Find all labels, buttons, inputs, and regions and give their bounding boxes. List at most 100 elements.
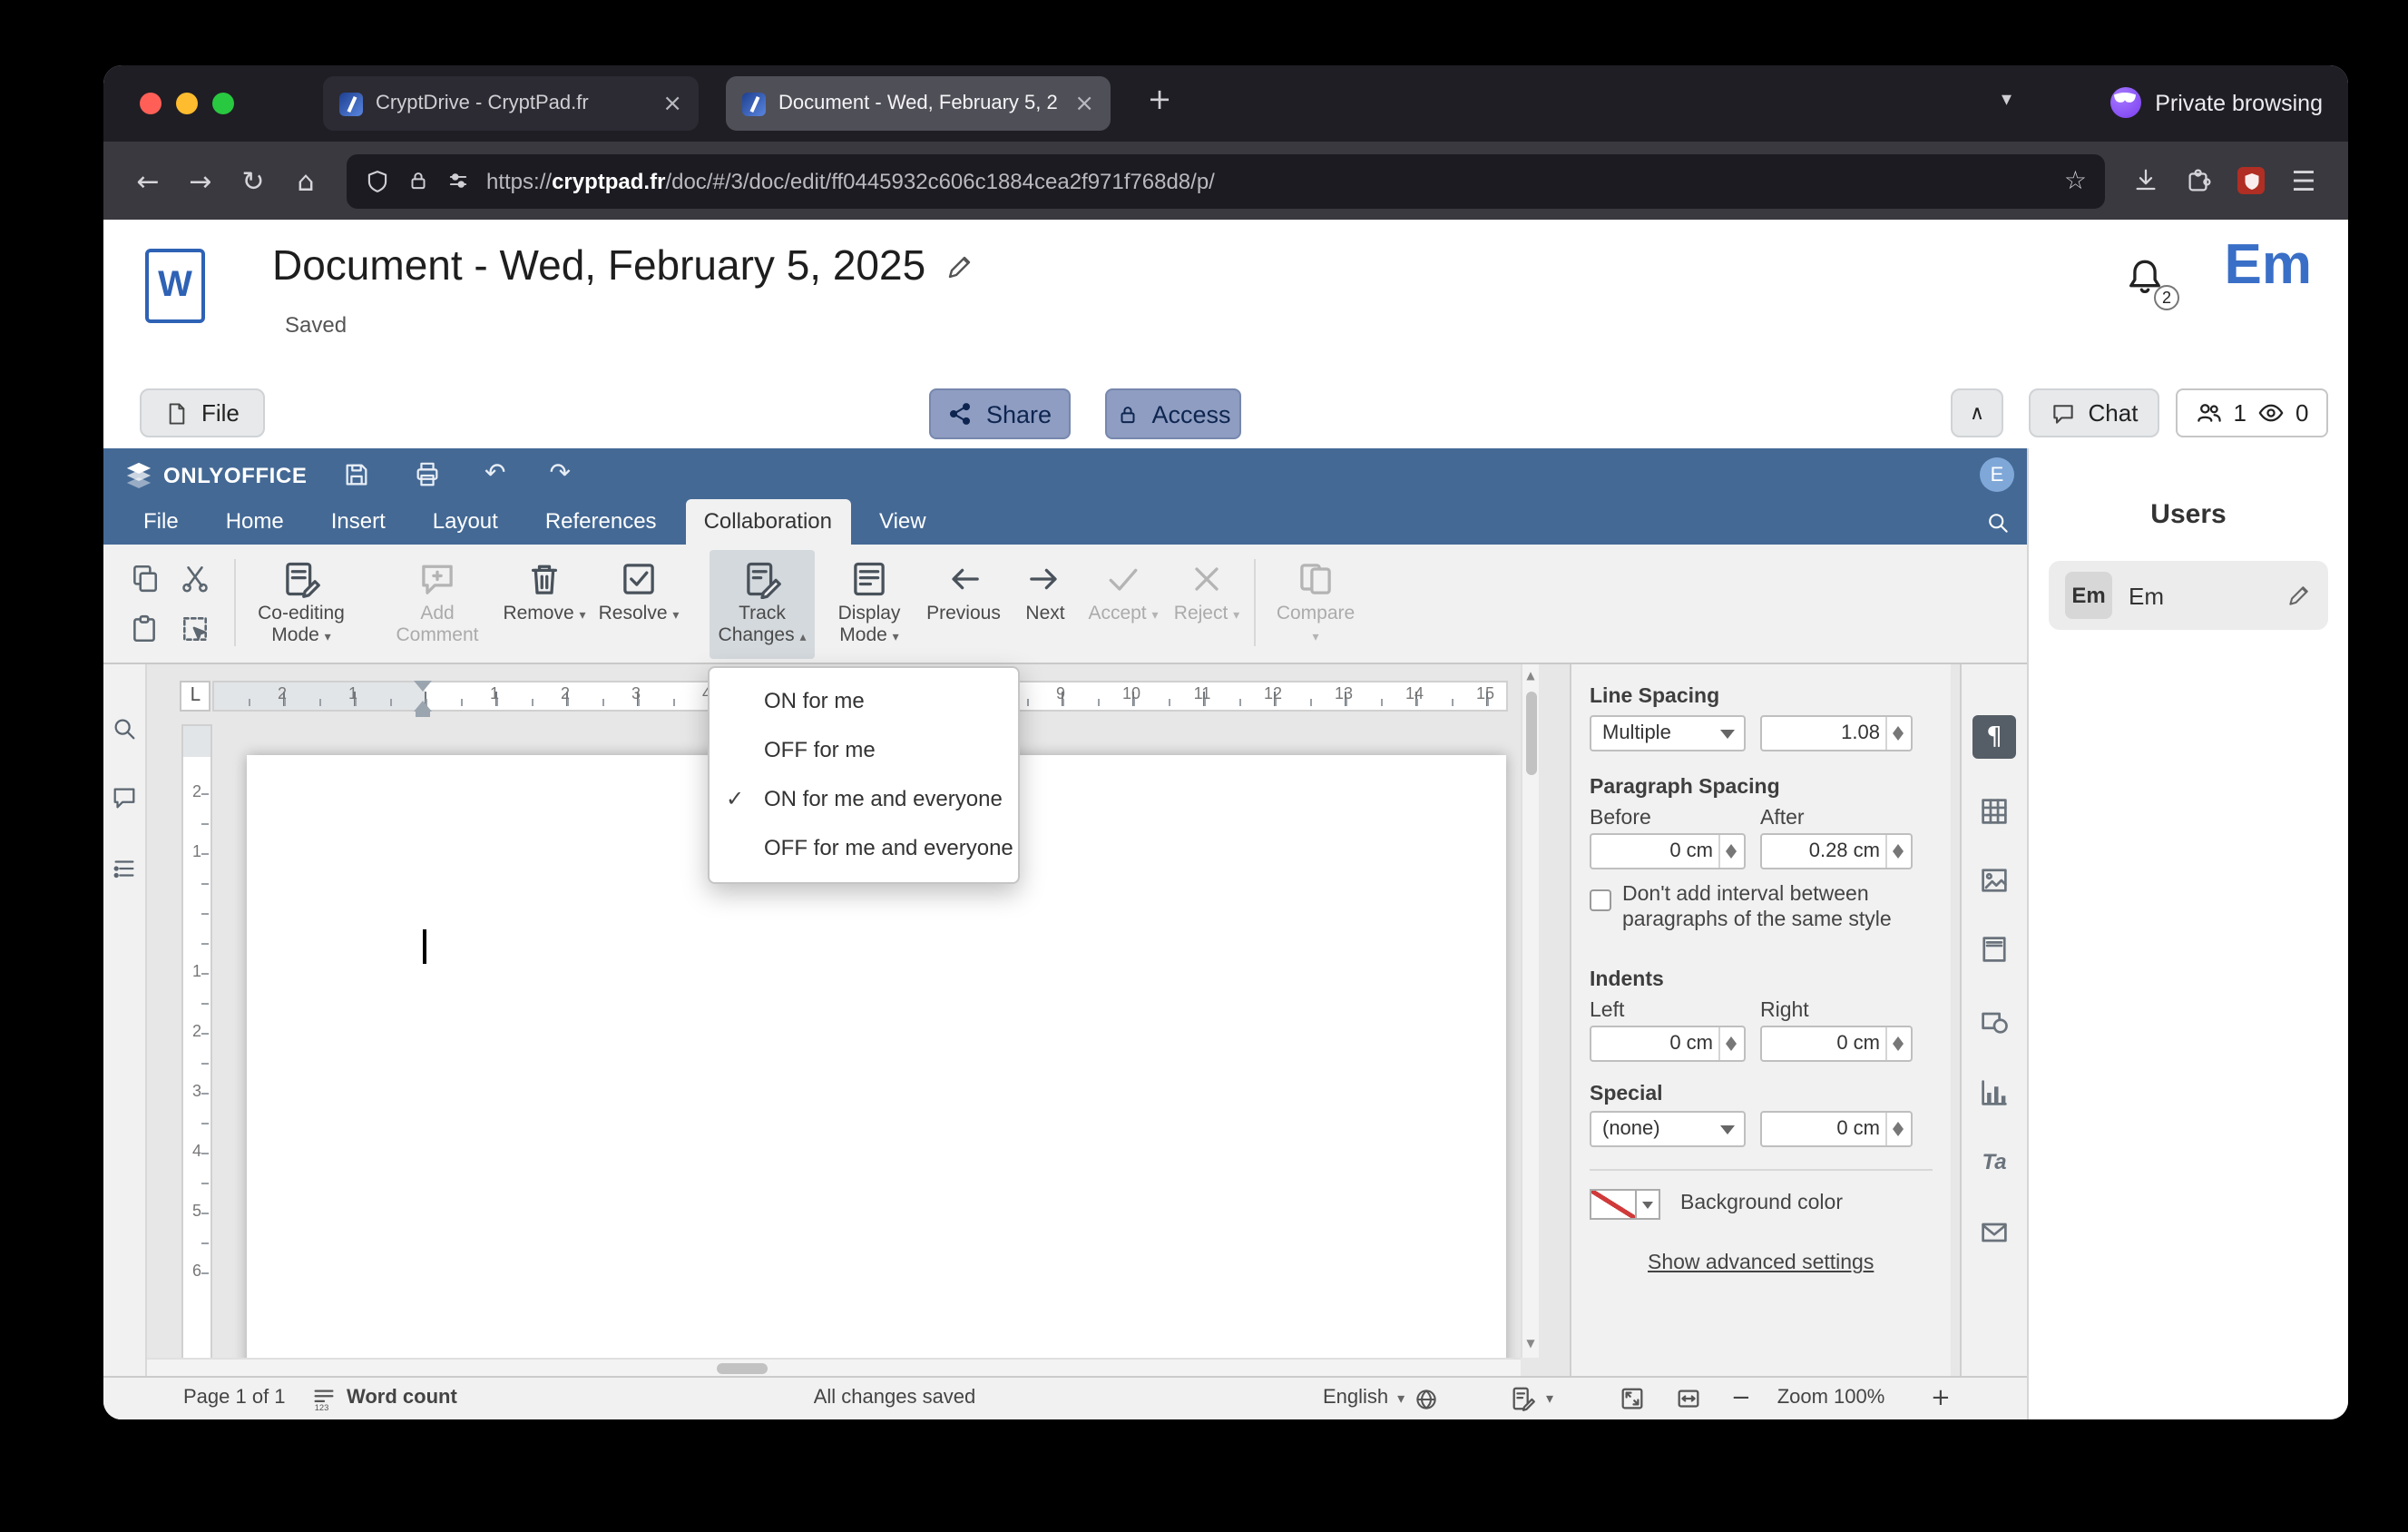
downloads-icon[interactable] [2119, 167, 2172, 194]
collapse-toolbar-button[interactable]: ∧ [1951, 388, 2003, 437]
search-icon[interactable] [1985, 510, 2011, 535]
track-menu-item[interactable]: OFF for me and everyone [710, 824, 1018, 873]
paragraph-settings-icon[interactable]: ¶ [1972, 715, 2016, 759]
scroll-down-icon[interactable]: ▼ [1522, 1334, 1539, 1356]
undo-icon[interactable]: ↶ [485, 459, 505, 488]
back-icon[interactable]: ← [122, 164, 174, 197]
next-change-button[interactable]: Next [1014, 550, 1076, 659]
track-changes-toggle[interactable]: ▾ [1510, 1378, 1553, 1419]
fit-width-icon[interactable] [1675, 1385, 1702, 1412]
scroll-up-icon[interactable]: ▲ [1522, 666, 1539, 688]
url-bar[interactable]: https://cryptpad.fr/doc/#/3/doc/edit/ff0… [347, 153, 2105, 208]
print-icon[interactable] [414, 460, 441, 487]
find-icon[interactable] [111, 715, 140, 744]
special-select[interactable]: (none) [1590, 1111, 1746, 1147]
save-icon[interactable] [343, 460, 370, 487]
extensions-icon[interactable] [2172, 167, 2225, 194]
spinner[interactable] [1885, 1113, 1911, 1145]
share-button[interactable]: Share [929, 388, 1071, 439]
spinner[interactable] [1885, 835, 1911, 868]
redo-icon[interactable]: ↷ [549, 459, 570, 488]
line-spacing-amount-input[interactable]: 1.08 [1760, 715, 1913, 751]
track-changes-button[interactable]: Track Changes ▴ [710, 550, 815, 659]
copy-icon[interactable] [129, 563, 169, 603]
tracking-shield-icon[interactable] [365, 168, 390, 193]
close-window-button[interactable] [140, 93, 162, 114]
tab-stop-selector[interactable]: L [180, 681, 210, 712]
no-interval-checkbox[interactable] [1590, 889, 1611, 911]
track-menu-item-selected[interactable]: ✓ ON for me and everyone [710, 775, 1018, 824]
menu-tab-layout[interactable]: Layout [415, 499, 516, 545]
menu-tab-home[interactable]: Home [208, 499, 302, 545]
https-lock-icon[interactable] [406, 169, 430, 192]
edit-name-pencil-icon[interactable] [2286, 583, 2312, 608]
reload-icon[interactable]: ↻ [227, 164, 279, 197]
language-selector[interactable]: English ▾ [1323, 1378, 1439, 1419]
table-settings-icon[interactable] [1974, 791, 2014, 831]
spinner[interactable] [1718, 835, 1744, 868]
vertical-scroll-thumb[interactable] [1525, 692, 1536, 775]
spinner[interactable] [1718, 1027, 1744, 1060]
spinner[interactable] [1885, 717, 1911, 750]
comments-icon[interactable] [111, 784, 140, 813]
image-settings-icon[interactable] [1974, 860, 2014, 900]
list-all-tabs-icon[interactable]: ▾ [2002, 87, 2012, 111]
close-tab-icon[interactable]: × [662, 90, 682, 117]
adblocker-icon[interactable] [2237, 167, 2265, 194]
word-count-button[interactable]: 123 Word count [310, 1378, 457, 1419]
chat-button[interactable]: Chat [2029, 388, 2159, 437]
tab-document-active[interactable]: Document - Wed, February 5, 2 × [726, 76, 1111, 131]
new-tab-button[interactable]: + [1138, 82, 1181, 116]
menu-tab-file[interactable]: File [125, 499, 197, 545]
notifications-bell[interactable]: 2 [2123, 256, 2179, 310]
access-button[interactable]: Access [1105, 388, 1241, 439]
tab-cryptdrive[interactable]: CryptDrive - CryptPad.fr × [323, 76, 699, 131]
indent-left-input[interactable]: 0 cm [1590, 1026, 1746, 1062]
header-footer-settings-icon[interactable] [1974, 929, 2014, 969]
spacing-after-input[interactable]: 0.28 cm [1760, 833, 1913, 869]
file-button[interactable]: File [140, 388, 265, 437]
paste-icon[interactable] [129, 614, 169, 653]
remove-comments-button[interactable]: Remove ▾ [501, 550, 588, 659]
participants-indicator[interactable]: 1 0 [2176, 388, 2328, 437]
bookmark-star-icon[interactable]: ☆ [2064, 166, 2087, 195]
special-amount-input[interactable]: 0 cm [1760, 1111, 1913, 1147]
zoom-in-button[interactable]: + [1931, 1378, 1951, 1419]
advanced-settings-link[interactable]: Show advanced settings [1648, 1252, 1874, 1274]
mail-merge-icon[interactable] [1974, 1213, 2014, 1252]
fit-page-icon[interactable] [1619, 1385, 1646, 1412]
minimize-window-button[interactable] [176, 93, 198, 114]
menu-tab-references[interactable]: References [527, 499, 675, 545]
track-menu-item[interactable]: ON for me [710, 677, 1018, 726]
zoom-window-button[interactable] [212, 93, 234, 114]
permissions-icon[interactable] [446, 169, 470, 192]
background-color-swatch[interactable] [1590, 1189, 1637, 1220]
horizontal-scrollbar[interactable] [147, 1358, 1521, 1376]
select-all-icon[interactable] [180, 614, 220, 653]
previous-change-button[interactable]: Previous [922, 550, 1005, 659]
background-color-dropdown[interactable] [1637, 1189, 1660, 1220]
account-avatar[interactable]: Em [2225, 232, 2313, 298]
resolve-comments-button[interactable]: Resolve ▾ [597, 550, 680, 659]
shape-settings-icon[interactable] [1974, 1002, 2014, 1042]
hamburger-menu-icon[interactable]: ☰ [2277, 164, 2330, 197]
cut-icon[interactable] [180, 563, 220, 603]
indent-right-input[interactable]: 0 cm [1760, 1026, 1913, 1062]
home-icon[interactable]: ⌂ [279, 164, 332, 197]
menu-tab-collaboration[interactable]: Collaboration [685, 499, 850, 545]
textart-settings-icon[interactable]: Ta [1974, 1142, 2014, 1182]
close-tab-icon[interactable]: × [1074, 90, 1094, 117]
chart-settings-icon[interactable] [1974, 1073, 2014, 1113]
zoom-out-button[interactable]: − [1731, 1378, 1751, 1419]
hanging-indent-marker[interactable] [414, 692, 432, 712]
rename-pencil-icon[interactable] [945, 251, 974, 280]
line-spacing-select[interactable]: Multiple [1590, 715, 1746, 751]
left-indent-marker[interactable] [416, 712, 430, 717]
coediting-mode-button[interactable]: Co-editing Mode ▾ [249, 550, 354, 659]
vertical-scrollbar[interactable]: ▲ ▼ [1521, 664, 1539, 1358]
spinner[interactable] [1885, 1027, 1911, 1060]
display-mode-button[interactable]: Display Mode ▾ [827, 550, 911, 659]
forward-icon[interactable]: → [174, 164, 227, 197]
spacing-before-input[interactable]: 0 cm [1590, 833, 1746, 869]
editor-account-avatar[interactable]: E [1980, 457, 2014, 492]
